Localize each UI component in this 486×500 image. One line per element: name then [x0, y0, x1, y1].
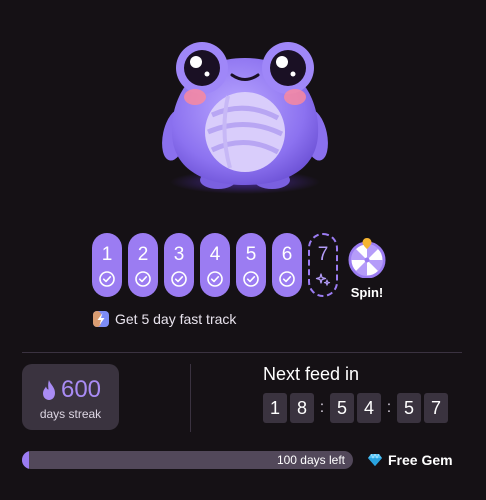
check-icon [99, 271, 115, 287]
days-left-progress-bar: 100 days left [22, 451, 353, 469]
timer-digit: 1 [263, 393, 287, 423]
check-icon [243, 271, 259, 287]
free-gem-button[interactable]: Free Gem [368, 452, 453, 468]
streak-days: 1 2 3 4 5 6 7 [92, 233, 338, 297]
fast-track-label: Get 5 day fast track [115, 311, 237, 327]
free-gem-label: Free Gem [388, 452, 453, 468]
gem-icon [368, 454, 382, 466]
spin-label: Spin! [350, 285, 384, 300]
timer-digit: 7 [424, 393, 448, 423]
next-feed-title: Next feed in [263, 364, 360, 384]
days-left-label: 100 days left [276, 453, 345, 467]
streak-card: 600 days streak [22, 364, 119, 430]
check-icon [171, 271, 187, 287]
day-pill-6: 6 [272, 233, 302, 297]
day-number: 7 [317, 244, 329, 265]
prize-wheel-icon [348, 238, 386, 279]
day-number: 1 [101, 244, 113, 265]
timer-digit: 4 [357, 393, 381, 423]
day-number: 2 [137, 244, 149, 265]
progress-fill [22, 451, 29, 469]
feed-countdown: 1 8 : 5 4 : 5 7 [263, 393, 448, 423]
check-icon [135, 271, 151, 287]
timer-colon: : [319, 399, 325, 416]
timer-digit: 5 [397, 393, 421, 423]
day-pill-7: 7 [308, 233, 338, 297]
timer-digit: 8 [290, 393, 314, 423]
day-pill-5: 5 [236, 233, 266, 297]
timer-colon: : [386, 399, 392, 416]
day-pill-3: 3 [164, 233, 194, 297]
streak-label: days streak [39, 407, 102, 421]
timer-digit: 5 [330, 393, 354, 423]
section-divider [22, 352, 462, 353]
check-icon [279, 271, 295, 287]
fast-track-link[interactable]: Get 5 day fast track [93, 311, 236, 327]
check-icon [207, 271, 223, 287]
sparkle-icon [315, 273, 331, 286]
day-number: 4 [209, 244, 221, 265]
day-number: 5 [245, 244, 257, 265]
streak-count: 600 [60, 376, 102, 403]
day-pill-2: 2 [128, 233, 158, 297]
day-pill-4: 4 [200, 233, 230, 297]
flame-icon [42, 380, 55, 400]
lightning-icon [93, 311, 109, 327]
day-number: 6 [281, 244, 293, 265]
mascot-image [162, 42, 328, 194]
vertical-divider [190, 364, 191, 432]
day-number: 3 [173, 244, 185, 265]
spin-button[interactable]: Spin! [343, 236, 391, 300]
day-pill-1: 1 [92, 233, 122, 297]
